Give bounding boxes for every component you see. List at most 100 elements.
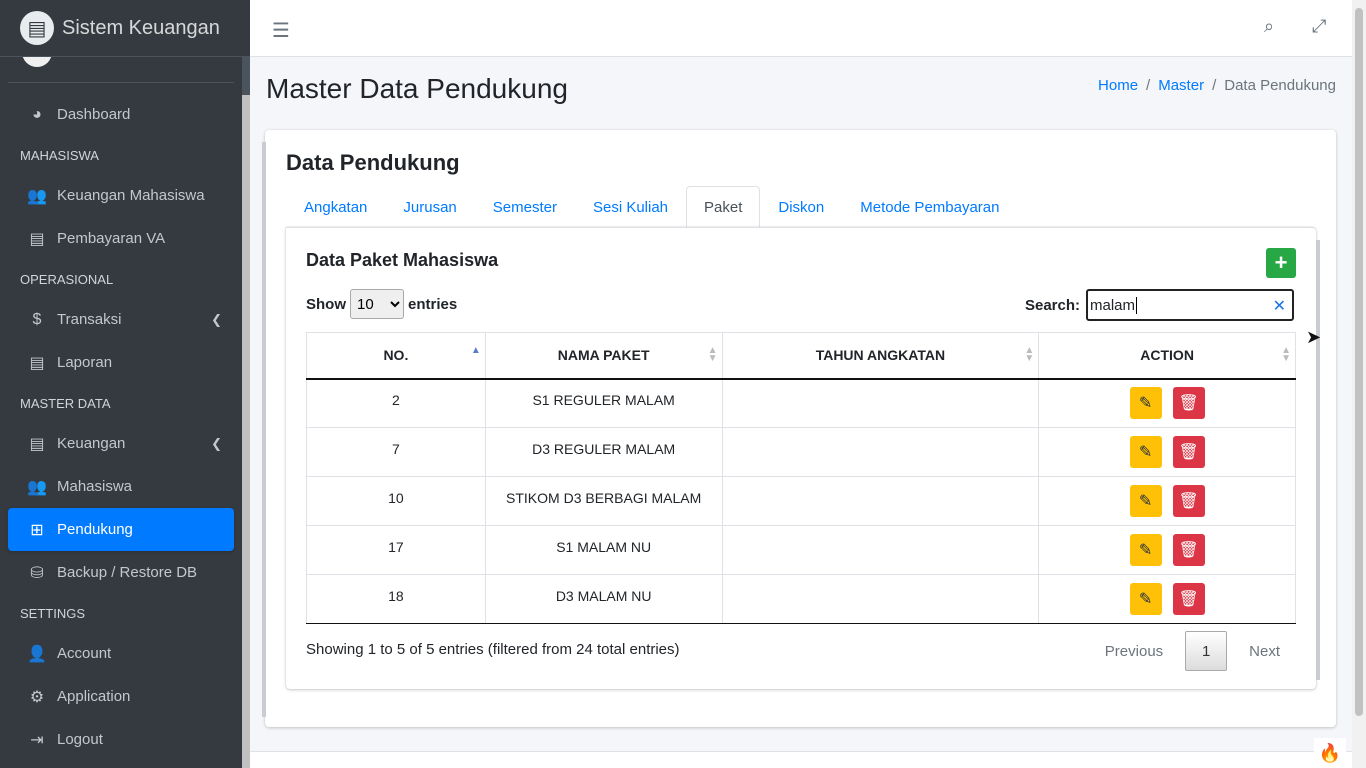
sidebar-item-label: Application (57, 688, 131, 705)
sidebar-item-account[interactable]: 👤 Account (8, 632, 234, 675)
edit-button[interactable]: ✎ (1129, 534, 1162, 566)
sidebar-item-label: Pembayaran VA (57, 230, 166, 247)
breadcrumb-current: Data Pendukung (1224, 77, 1336, 94)
tab-paket[interactable]: Paket (686, 186, 761, 228)
data-pendukung-card: Data Pendukung Angkatan Jurusan Semester Se… (262, 130, 1336, 727)
cell-no: 7 (306, 427, 486, 477)
avatar[interactable] (22, 57, 52, 67)
content-header: Master Data Pendukung Home / Master / Da… (266, 70, 1336, 110)
breadcrumb-master[interactable]: Master (1158, 77, 1204, 94)
sidebar-item-keuangan-mahasiswa[interactable]: 👥 Keuangan Mahasiswa (8, 174, 234, 217)
table-info: Showing 1 to 5 of 5 entries (filtered fr… (306, 641, 680, 658)
tab-diskon[interactable]: Diskon (760, 186, 842, 228)
sidebar-item-transaksi[interactable]: $ Transaksi ❮ (8, 298, 234, 341)
sidebar-item-mahasiswa[interactable]: 👥 Mahasiswa (8, 465, 234, 508)
sidebar-header-settings: SETTINGS (20, 605, 86, 621)
show-label: Show (306, 295, 346, 313)
sidebar-item-laporan[interactable]: ▤ Laporan (8, 341, 234, 384)
fullscreen-icon[interactable]: ⤢ (1312, 16, 1326, 37)
edit-icon: ✎ (1138, 591, 1153, 608)
tab-sesi-kuliah[interactable]: Sesi Kuliah (575, 186, 686, 228)
card-scrollbar[interactable] (262, 142, 266, 717)
delete-button[interactable]: 🗑 (1172, 485, 1205, 517)
sidebar-item-label: Keuangan (57, 435, 126, 452)
sidebar-item-pembayaran-va[interactable]: ▤ Pembayaran VA (8, 217, 234, 260)
tab-angkatan[interactable]: Angkatan (286, 186, 385, 228)
edit-button[interactable]: ✎ (1129, 436, 1162, 468)
sidebar-item-keuangan[interactable]: ▤ Keuangan ❮ (8, 422, 234, 465)
sign-out-icon: ⇥ (30, 731, 44, 749)
menu-toggle-icon[interactable]: ☰ (272, 18, 290, 43)
column-header-tahun-angkatan[interactable]: TAHUN ANGKATAN ▲ ▼ (721, 332, 1040, 380)
tab-semester[interactable]: Semester (475, 186, 575, 228)
tab-jurusan[interactable]: Jurusan (385, 186, 474, 228)
edit-button[interactable]: ✎ (1129, 485, 1162, 517)
column-header-nama-paket[interactable]: NAMA PAKET ▲ ▼ (484, 332, 723, 380)
delete-button[interactable]: 🗑 (1172, 534, 1205, 566)
trash-icon: 🗑 (1178, 395, 1199, 413)
table-row: 10 STIKOM D3 BERBAGI MALAM ✎ 🗑 (306, 476, 1296, 526)
edit-button[interactable]: ✎ (1129, 583, 1162, 615)
breadcrumb-separator: / (1146, 77, 1151, 94)
previous-page-button[interactable]: Previous (1091, 631, 1177, 671)
clear-search-icon[interactable]: ✕ (1273, 296, 1286, 316)
delete-button[interactable]: 🗑 (1172, 436, 1205, 468)
pagination: Previous 1 Next (1091, 631, 1294, 671)
table-row: 2 S1 REGULER MALAM ✎ 🗑 (306, 378, 1296, 428)
column-header-action[interactable]: ACTION ▲ ▼ (1038, 332, 1296, 380)
cell-action: ✎ 🗑 (1038, 525, 1296, 575)
search-input-value: malam (1090, 296, 1136, 314)
sidebar-scrollbar[interactable] (242, 95, 250, 768)
delete-button[interactable]: 🗑 (1172, 583, 1205, 615)
sidebar-item-label: Dashboard (57, 106, 131, 123)
next-page-button[interactable]: Next (1235, 631, 1294, 671)
sidebar: ▤ Sistem Keuangan ◕ Dashboard MAHASISWA 👥 Ke… (0, 0, 250, 768)
page-length-select[interactable]: 102550100 (350, 289, 404, 319)
cell-action: ✎ 🗑 (1038, 574, 1296, 624)
search-control: Search: malam ✕ (1025, 289, 1294, 321)
search-icon[interactable]: ⌕ (1264, 16, 1274, 37)
delete-button[interactable]: 🗑 (1172, 387, 1205, 420)
cell-tahun-angkatan (721, 427, 1040, 477)
trash-icon: 🗑 (1178, 444, 1199, 461)
add-paket-button[interactable]: + (1266, 248, 1296, 278)
plus-square-icon: ⊞ (30, 521, 44, 539)
tab-bar: Angkatan Jurusan Semester Sesi Kuliah Paket D… (286, 186, 1017, 228)
sidebar-item-backup-restore-db[interactable]: ⛁ Backup / Restore DB (8, 551, 234, 594)
search-input[interactable]: malam ✕ (1086, 289, 1294, 321)
sidebar-item-logout[interactable]: ⇥ Logout (8, 718, 234, 761)
cell-no: 2 (306, 378, 486, 428)
brand[interactable]: ▤ Sistem Keuangan (0, 0, 250, 57)
sidebar-item-label: Logout (57, 731, 103, 748)
sidebar-item-application[interactable]: ⚙ Application (8, 675, 234, 718)
sort-icon: ▲ ▼ (1024, 345, 1035, 364)
cell-nama-paket: STIKOM D3 BERBAGI MALAM (484, 476, 723, 526)
tab-metode-pembayaran[interactable]: Metode Pembayaran (842, 186, 1017, 228)
page-scrollbar-thumb[interactable] (1355, 8, 1363, 716)
cell-action: ✎ 🗑 (1038, 427, 1296, 477)
page-1-button[interactable]: 1 (1185, 631, 1228, 671)
sidebar-item-pendukung[interactable]: ⊞ Pendukung (8, 508, 234, 551)
top-navbar: ☰ ⌕ ⤢ (250, 0, 1352, 57)
sidebar-item-dashboard[interactable]: ◕ Dashboard (8, 93, 234, 136)
fire-icon[interactable]: 🔥 (1314, 738, 1346, 768)
edit-button[interactable]: ✎ (1129, 387, 1162, 420)
page-length-control: Show 102550100 entries (306, 289, 457, 319)
sidebar-item-label: Mahasiswa (57, 478, 133, 495)
chevron-left-icon: ❮ (211, 435, 222, 451)
table-row: 17 S1 MALAM NU ✎ 🗑 (306, 525, 1296, 575)
paket-table: NO. ▲ NAMA PAKET ▲ ▼ TAHUN ANGKATAN ▲ ▼ ACTIO… (306, 332, 1296, 624)
cell-no: 17 (306, 525, 486, 575)
table-row: 7 D3 REGULER MALAM ✎ 🗑 (306, 427, 1296, 477)
user-cog-icon: 👤 (27, 645, 47, 663)
breadcrumb: Home / Master / Data Pendukung (1098, 77, 1336, 94)
breadcrumb-home[interactable]: Home (1098, 77, 1138, 94)
trash-icon: 🗑 (1178, 542, 1199, 559)
column-header-label: NAMA PAKET (557, 347, 650, 364)
brand-logo-icon: ▤ (20, 11, 54, 45)
edit-icon: ✎ (1138, 542, 1153, 559)
cell-no: 10 (306, 476, 486, 526)
column-header-no[interactable]: NO. ▲ (306, 332, 486, 380)
inner-card-scrollbar[interactable] (1316, 240, 1320, 680)
page-scrollbar[interactable] (1352, 0, 1366, 768)
